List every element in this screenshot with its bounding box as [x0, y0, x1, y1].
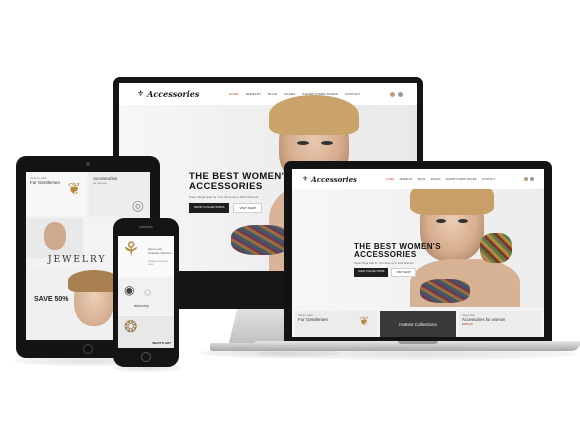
laptop-site-logo[interactable]: ⚜ Accessories [302, 174, 357, 184]
bracelet-icon: ◌ [144, 285, 152, 299]
tablet-tile-model[interactable] [26, 218, 83, 258]
tile-price: $285.00 [462, 322, 473, 326]
tablet-tile2-sub: for women [93, 181, 108, 185]
nav-contact[interactable]: CONTACT [345, 92, 361, 96]
phone-line3: Coming new items soon [148, 260, 168, 266]
tile-gentlemen[interactable]: Sarah Logan For Gentlemen ❦ [295, 311, 377, 337]
shop-collections-button[interactable]: SHOP COLLECTIONS [189, 202, 230, 213]
nav-pages[interactable]: PAGES [284, 92, 295, 96]
tablet-row-1: Jewelry Elan For Gentlemen ❦ Accessories… [26, 172, 150, 216]
necklace [420, 279, 470, 303]
phone-tile-1[interactable]: ⚘ Sweet Lovely Crossbody Collections Com… [118, 236, 174, 276]
pendant-icon: ❦ [67, 181, 81, 198]
phone: ⚘ Sweet Lovely Crossbody Collections Com… [113, 218, 179, 367]
phone-screen: ⚘ Sweet Lovely Crossbody Collections Com… [118, 236, 174, 348]
tile-accessories[interactable]: Super Sale Accessories for women $285.00 [459, 311, 541, 337]
cart-icon[interactable] [389, 91, 395, 97]
site-logo[interactable]: ⚜ Accessories [137, 89, 200, 99]
laptop-site-header: ⚜ Accessories HOME JEWELRY BLOG PAGES SH… [292, 169, 544, 189]
model-eye-right [321, 141, 333, 145]
laptop-category-tiles: Sarah Logan For Gentlemen ❦ Hottest Coll… [292, 311, 544, 337]
tile-collections-title: Hottest Collections [399, 321, 437, 327]
ring-icon: ◎ [131, 197, 144, 213]
shop-collections-button[interactable]: SHOP COLLECTIONS [354, 267, 389, 277]
jewelry-heading: JEWELRY [48, 255, 107, 265]
hero-subtitle: Super Mega Sale for Your Store up to 40%… [189, 194, 259, 199]
phone-tile-2[interactable]: ◉ ◌ discovery [118, 278, 174, 314]
speaker-icon [139, 226, 153, 228]
model-hair [269, 95, 359, 135]
model-eye-left [436, 219, 446, 223]
laptop-hero-text: THE BEST WOMEN'S ACCESSORIES Super Mega … [354, 242, 441, 277]
laptop-notch [398, 341, 438, 344]
nav-jewelry[interactable]: JEWELRY [246, 92, 262, 96]
fleur-icon: ⚜ [137, 89, 145, 98]
laptop-screen: ⚜ Accessories HOME JEWELRY BLOG PAGES SH… [292, 169, 544, 337]
model-eye-left [297, 141, 309, 145]
search-icon[interactable] [530, 177, 534, 181]
nav-home[interactable]: HOME [229, 92, 239, 96]
logo-text: Accessories [147, 89, 200, 99]
sale-text: SAVE 50% [34, 296, 69, 303]
site-nav: HOME JEWELRY BLOG PAGES SHORTCODES PAGES… [229, 92, 361, 96]
earring-icon: ❂ [124, 319, 138, 336]
nav-home[interactable]: HOME [386, 178, 395, 181]
laptop: ⚜ Accessories HOME JEWELRY BLOG PAGES SH… [284, 161, 552, 341]
laptop-site-nav: HOME JEWELRY BLOG PAGES SHORTCODES PAGES… [386, 178, 496, 181]
camera-icon [86, 162, 90, 166]
model-eye-right [458, 219, 468, 223]
laptop-hero-banner: THE BEST WOMEN'S ACCESSORIES Super Mega … [292, 189, 544, 307]
necklace [231, 225, 291, 255]
home-button-icon[interactable] [141, 352, 151, 362]
nav-jewelry[interactable]: JEWELRY [399, 178, 413, 181]
ring-icon: ◉ [124, 283, 135, 297]
hero-text: THE BEST WOMEN'S ACCESSORIES Super Mega … [189, 172, 291, 213]
search-icon[interactable] [397, 91, 403, 97]
tile-collections[interactable]: Hottest Collections [380, 311, 456, 337]
tablet-tile-accessories[interactable]: Accessories for women ◎ [89, 172, 150, 216]
nav-shortcodes[interactable]: SHORTCODES PAGES [446, 178, 477, 181]
bracelet-stack [480, 233, 512, 263]
necklace-icon: ⚘ [122, 239, 140, 261]
pendant-icon: ❦ [358, 314, 369, 328]
phone-whats-hot: WHAT'S HOT [152, 341, 171, 345]
nav-blog[interactable]: BLOG [418, 178, 426, 181]
visit-shop-button[interactable]: VISIT SHOP [391, 267, 416, 277]
fleur-icon: ⚜ [302, 174, 309, 183]
nav-contact[interactable]: CONTACT [482, 178, 496, 181]
cart-icon[interactable] [524, 177, 528, 181]
phone-line1: Sweet Lovely [148, 248, 163, 251]
logo-text: Accessories [311, 174, 357, 184]
nav-pages[interactable]: PAGES [431, 178, 441, 181]
model-hair [410, 189, 494, 215]
header-icons [389, 91, 403, 97]
visit-shop-button[interactable]: VISIT SHOP [233, 202, 263, 213]
hero-subtitle: Super Mega Sale for Your Store up to 40%… [354, 261, 414, 265]
phone-tile-3[interactable]: ❂ WHAT'S HOT [118, 316, 174, 348]
laptop-header-icons [524, 177, 534, 181]
model-face [44, 222, 66, 250]
home-button-icon[interactable] [83, 344, 93, 354]
tablet-tile-gentlemen[interactable]: Jewelry Elan For Gentlemen ❦ [26, 172, 87, 216]
phone-line2: Crossbody Collections [148, 252, 172, 255]
hero-title-line2: ACCESSORIES [189, 180, 263, 192]
nav-blog[interactable]: BLOG [268, 92, 277, 96]
phone-discovery: discovery [134, 304, 149, 308]
site-header: ⚜ Accessories HOME JEWELRY BLOG PAGES SH… [119, 83, 417, 105]
hero-title-line2: ACCESSORIES [354, 250, 417, 260]
